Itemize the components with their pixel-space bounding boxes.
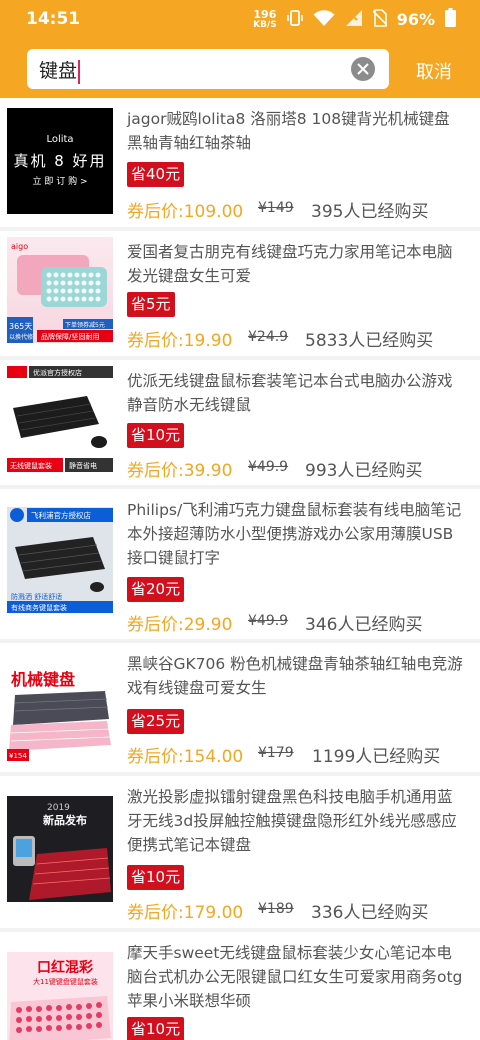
signal-icon [345,9,363,31]
cancel-button[interactable]: 取消 [416,58,452,84]
svg-text:口红混彩: 口红混彩 [37,959,93,976]
keyboard-illustration: 机械键盘 ¥154 [7,670,111,761]
battery-icon [445,8,456,31]
svg-text:有线商务键鼠套装: 有线商务键鼠套装 [11,603,67,612]
coupon-badge: 省10元 [127,423,185,448]
product-item[interactable]: 飞利浦官方授权店 防溅洒 舒适舒适 有线商务键鼠套装 Philips/飞利浦巧克… [0,489,480,639]
price-prefix: 券后价: [127,202,184,222]
original-price: ¥179 [258,745,294,761]
product-title: 爱国者复古朋克有线键盘巧克力家用笔记本电脑发光键盘女生可爱 [127,243,453,285]
network-speed: 196 KB/S [253,7,277,30]
price: 19.90 [183,331,233,351]
price: 154.00 [183,747,244,767]
svg-text:新品发布: 新品发布 [43,813,87,827]
product-image: 2019 新品发布 [7,796,113,902]
keyboard-illustration: 飞利浦官方授权店 防溅洒 舒适舒适 有线商务键鼠套装 [7,507,113,613]
status-bar: 14:51 196 KB/S 96% [0,0,480,42]
product-title: 摩天手sweet无线键盘鼠标套装少女心笔记本电脑台式机办公无限键鼠口红女生可爱家… [127,944,463,1010]
svg-text:大11键键盘键鼠套装: 大11键键盘键鼠套装 [33,977,98,986]
product-image: 口红混彩 大11键键盘键鼠套装 [7,952,113,1040]
svg-text:2019: 2019 [47,803,70,813]
product-image: 飞利浦官方授权店 防溅洒 舒适舒适 有线商务键鼠套装 [7,507,113,613]
price-prefix: 券后价: [127,903,184,923]
original-price: ¥149 [258,200,294,216]
product-item[interactable]: aigo 365天 以换代修 下单领券减5元 品牌保障/坚固耐用 爱国者复古朋克… [0,231,480,356]
no-sim-icon [372,8,388,31]
wifi-icon [313,9,335,31]
product-image: 优派官方授权店 无线键鼠套装 静音省电 [7,366,113,472]
keyboard-illustration: 优派官方授权店 无线键鼠套装 静音省电 [7,366,113,472]
product-image: 机械键盘 ¥154 [7,655,113,761]
product-list[interactable]: Lolita 真机 8 好用 立 即 订 购 > jagor贼鸥lolita8 … [0,98,480,1040]
top-bar: 14:51 196 KB/S 96% 键盘 取消 [0,0,480,98]
sold-count: 336人已经购买 [311,903,429,923]
product-title: Philips/飞利浦巧克力键盘鼠标套装有线电脑笔记本外接超薄防水小型便携游戏办… [127,501,462,567]
coupon-badge: 省10元 [127,865,185,890]
sold-count: 346人已经购买 [305,615,423,635]
price-prefix: 券后价: [127,615,184,635]
price-row: 券后价:19.90 [127,326,232,351]
price: 109.00 [183,202,244,222]
svg-text:优派官方授权店: 优派官方授权店 [33,368,82,377]
sold-count: 1199人已经购买 [312,747,441,767]
price: 39.90 [183,461,233,481]
svg-text:下单领券减5元: 下单领券减5元 [65,321,105,329]
svg-text:防溅洒 舒适舒适: 防溅洒 舒适舒适 [11,592,62,601]
price: 29.90 [183,615,233,635]
product-item[interactable]: 机械键盘 ¥154 黑峡谷GK706 粉色机械键盘青轴茶轴红轴电竞游戏有线键盘可… [0,643,480,772]
battery-percent: 96% [396,10,435,29]
text-caret [78,59,81,84]
svg-text:飞利浦官方授权店: 飞利浦官方授权店 [31,510,91,520]
clear-search-button[interactable] [351,57,375,81]
original-price: ¥49.9 [248,459,289,475]
search-query: 键盘 [39,60,78,82]
vibrate-icon [286,9,303,31]
price-row: 券后价:29.90 [127,610,232,635]
search-input[interactable]: 键盘 [27,49,389,89]
coupon-badge: 省25元 [127,709,185,734]
svg-text:以换代修: 以换代修 [9,333,33,341]
keyboard-illustration: 口红混彩 大11键键盘键鼠套装 [7,952,113,1040]
sold-count: 395人已经购买 [311,202,429,222]
product-item[interactable]: 优派官方授权店 无线键鼠套装 静音省电 优派无线键盘鼠标套装笔记本台式电脑办公游… [0,360,480,485]
sold-count: 5833人已经购买 [305,331,434,351]
coupon-badge: 省20元 [127,577,185,602]
original-price: ¥49.9 [248,613,289,629]
price-prefix: 券后价: [127,461,184,481]
original-price: ¥24.9 [248,329,289,345]
svg-text:机械键盘: 机械键盘 [11,670,75,689]
price-row: 券后价:179.00 [127,898,243,923]
original-price: ¥189 [258,901,294,917]
price-row: 券后价:154.00 [127,742,243,767]
product-title: 黑峡谷GK706 粉色机械键盘青轴茶轴红轴电竞游戏有线键盘可爱女生 [127,655,463,697]
price-row: 券后价:39.90 [127,456,232,481]
coupon-badge: 省40元 [127,162,185,187]
keyboard-illustration: aigo 365天 以换代修 下单领券减5元 品牌保障/坚固耐用 [7,242,113,343]
price-prefix: 券后价: [127,747,184,767]
price-prefix: 券后价: [127,331,184,351]
price-row: 券后价:109.00 [127,197,243,222]
close-icon [357,63,369,75]
product-item[interactable]: Lolita 真机 8 好用 立 即 订 购 > jagor贼鸥lolita8 … [0,98,480,227]
price: 179.00 [183,903,244,923]
product-title: 优派无线键盘鼠标套装笔记本台式电脑办公游戏静音防水无线键鼠 [127,372,453,414]
product-item[interactable]: 口红混彩 大11键键盘键鼠套装 摩天手sweet无线键盘鼠标套装少女心笔记本电脑… [0,932,480,1040]
svg-text:365天: 365天 [9,322,32,331]
svg-text:¥154: ¥154 [9,752,27,760]
coupon-badge: 省10元 [127,1017,185,1040]
product-item[interactable]: 2019 新品发布 激光投影虚拟镭射键盘黑色科技电脑手机通用蓝牙无线3d投屏触控… [0,776,480,928]
svg-text:静音省电: 静音省电 [69,461,97,470]
product-title: jagor贼鸥lolita8 洛丽塔8 108键背光机械键盘 黑轴青轴红轴茶轴 [127,110,450,152]
status-icons: 196 KB/S 96% [253,8,456,31]
svg-text:品牌保障/坚固耐用: 品牌保障/坚固耐用 [41,332,99,341]
product-title: 激光投影虚拟镭射键盘黑色科技电脑手机通用蓝牙无线3d投屏触控触摸键盘隐形红外线光… [127,788,457,854]
coupon-badge: 省5元 [127,292,175,317]
keyboard-illustration: 2019 新品发布 [13,803,111,900]
product-image: aigo 365天 以换代修 下单领券减5元 品牌保障/坚固耐用 [7,237,113,343]
svg-text:aigo: aigo [11,242,28,251]
sold-count: 993人已经购买 [305,461,423,481]
product-image: Lolita 真机 8 好用 立 即 订 购 > [7,108,113,214]
svg-text:无线键鼠套装: 无线键鼠套装 [10,461,52,470]
status-time: 14:51 [26,9,81,29]
